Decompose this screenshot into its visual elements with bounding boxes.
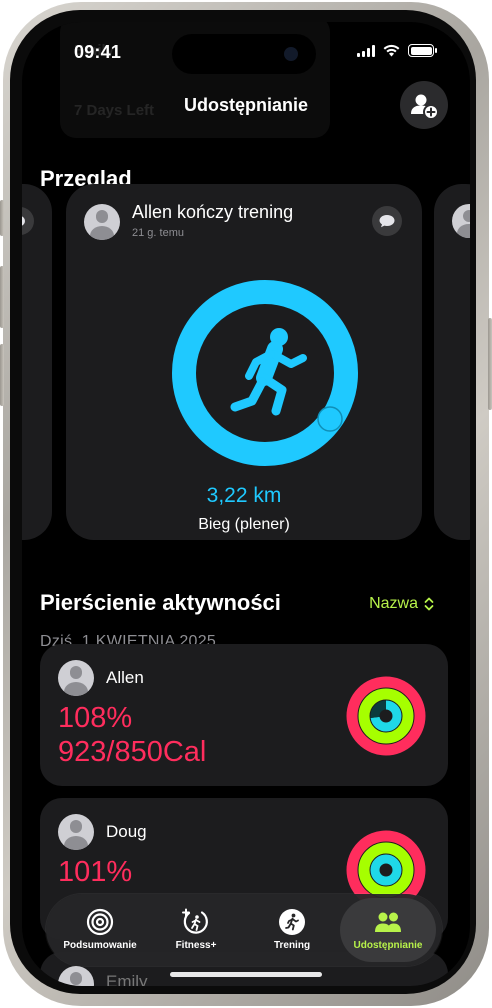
running-person-icon bbox=[230, 328, 307, 416]
screen: Emily Me 7 Days Left 09:41 Udostępnianie… bbox=[22, 22, 470, 986]
tab-summary[interactable]: Podsumowanie bbox=[52, 894, 148, 966]
activity-rings-icon bbox=[346, 676, 426, 756]
avatar bbox=[58, 814, 94, 850]
tab-label: Udostępnianie bbox=[353, 940, 423, 951]
chevron-up-down-icon bbox=[424, 597, 434, 611]
overview-card-previous[interactable] bbox=[22, 184, 52, 540]
tab-bar: Podsumowanie Fitness+ Trening Udostępnia… bbox=[46, 894, 442, 966]
chat-bubble-icon bbox=[379, 215, 395, 228]
dynamic-island bbox=[172, 34, 316, 74]
avatar bbox=[58, 660, 94, 696]
status-bar: 09:41 bbox=[22, 22, 470, 78]
home-indicator[interactable] bbox=[170, 972, 322, 977]
fitness-plus-icon bbox=[182, 908, 208, 934]
tab-workout[interactable]: Trening bbox=[244, 894, 340, 966]
comment-button[interactable] bbox=[372, 206, 402, 236]
friend-card[interactable]: Allen 108% 923/850Cal bbox=[40, 644, 448, 786]
tab-label: Podsumowanie bbox=[63, 940, 137, 951]
move-calories: 923/850Cal bbox=[58, 736, 207, 768]
sort-label: Nazwa bbox=[369, 595, 418, 612]
workout-title: Allen kończy trening bbox=[132, 202, 294, 222]
action-button bbox=[0, 200, 4, 236]
add-friend-button[interactable] bbox=[400, 81, 448, 129]
sort-button[interactable]: Nazwa bbox=[369, 595, 434, 613]
volume-up-button bbox=[0, 266, 4, 328]
summary-rings-icon bbox=[86, 908, 114, 936]
move-percent: 108% bbox=[58, 702, 133, 734]
friend-name: Allen bbox=[106, 668, 144, 687]
battery-icon bbox=[408, 44, 437, 57]
person-plus-icon bbox=[411, 94, 439, 120]
side-button bbox=[488, 318, 492, 410]
chat-bubble-icon bbox=[22, 207, 34, 235]
activity-title: Pierścienie aktywności bbox=[40, 590, 281, 615]
wifi-icon bbox=[383, 44, 400, 57]
status-icons bbox=[357, 44, 437, 57]
move-percent: 101% bbox=[58, 856, 133, 888]
tab-label: Fitness+ bbox=[175, 940, 217, 951]
avatar bbox=[84, 204, 120, 240]
sharing-icon bbox=[375, 912, 401, 932]
friend-name: Doug bbox=[106, 822, 147, 841]
tab-sharing[interactable]: Udostępnianie bbox=[340, 894, 436, 966]
status-time: 09:41 bbox=[74, 42, 122, 62]
workout-distance: 3,22 km bbox=[206, 484, 282, 507]
tab-label: Trening bbox=[273, 940, 311, 951]
camera-icon bbox=[284, 47, 298, 61]
workout-type: Bieg (plener) bbox=[198, 516, 290, 533]
avatar bbox=[452, 204, 470, 238]
avatar bbox=[58, 966, 94, 986]
friend-name: Emily bbox=[106, 972, 148, 986]
workout-time-ago: 21 g. temu bbox=[132, 227, 184, 239]
overview-card-next[interactable] bbox=[434, 184, 470, 540]
cellular-signal-icon bbox=[357, 44, 375, 57]
volume-down-button bbox=[0, 344, 4, 406]
workout-icon bbox=[279, 909, 305, 935]
workout-ring bbox=[172, 280, 358, 466]
tab-fitness-plus[interactable]: Fitness+ bbox=[148, 894, 244, 966]
